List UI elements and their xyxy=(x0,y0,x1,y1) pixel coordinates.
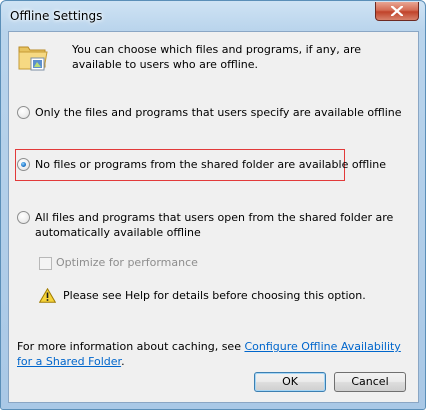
cancel-button[interactable]: Cancel xyxy=(334,372,406,392)
option-all-files-label: All files and programs that users open f… xyxy=(35,211,394,239)
info-section: You can choose which files and programs,… xyxy=(17,41,407,77)
footer-prefix: For more information about caching, see xyxy=(17,340,245,353)
radio-all-files[interactable] xyxy=(17,211,30,224)
info-text: You can choose which files and programs,… xyxy=(72,43,362,71)
window-title: Offline Settings xyxy=(10,9,103,23)
warning-row: Please see Help for details before choos… xyxy=(38,287,399,306)
warning-text: Please see Help for details before choos… xyxy=(63,289,366,302)
dialog-body: You can choose which files and programs,… xyxy=(8,31,419,403)
offline-settings-dialog: Offline Settings You can choose which fi… xyxy=(0,0,426,410)
option-no-files-label: No files or programs from the shared fol… xyxy=(35,158,387,171)
option-only-specified-label: Only the files and programs that users s… xyxy=(35,106,402,119)
close-button[interactable] xyxy=(375,2,419,21)
ok-button[interactable]: OK xyxy=(254,372,326,392)
footer-text: For more information about caching, see … xyxy=(17,339,417,369)
footer-suffix: . xyxy=(121,355,125,368)
close-icon xyxy=(391,6,403,16)
folder-icon xyxy=(17,41,51,75)
optimize-checkbox[interactable] xyxy=(39,257,52,270)
radio-no-files[interactable] xyxy=(17,158,30,171)
radio-only-specified[interactable] xyxy=(17,106,30,119)
optimize-label: Optimize for performance xyxy=(56,256,198,269)
title-bar: Offline Settings xyxy=(1,1,425,31)
warning-icon xyxy=(38,287,57,306)
